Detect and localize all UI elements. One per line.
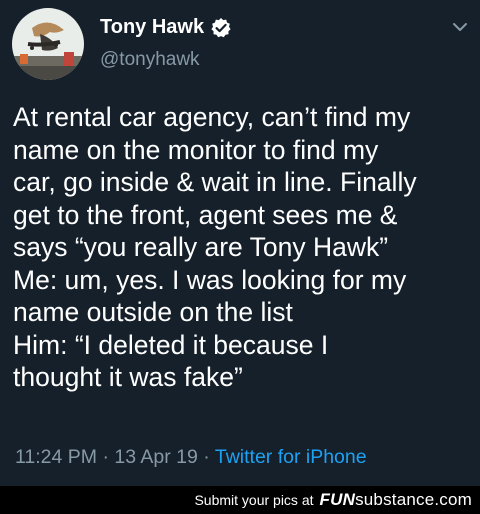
tweet-date[interactable]: 13 Apr 19 [114,446,197,468]
logo-fun-text: FUN [319,490,356,509]
footer-caption: Submit your pics at [194,492,314,508]
logo-domain-text: .com [434,490,472,509]
chevron-down-icon[interactable] [451,20,469,34]
tweet-body-text: At rental car agency, can’t find my name… [13,102,417,392]
meta-separator: · [203,446,210,468]
verified-badge-icon [210,17,232,39]
profile-avatar[interactable] [12,8,84,80]
author-name-row: Tony Hawk [100,16,232,39]
tweet-time[interactable]: 11:24 PM [15,446,97,468]
watermark-footer: Submit your pics at FUNsubstance.com [0,486,480,514]
skateboarder-avatar-image [12,8,84,80]
author-handle[interactable]: @tonyhawk [100,49,200,71]
tweet-card: Tony Hawk @tonyhawk At rental car agency… [0,0,480,486]
tweet-metadata: 11:24 PM · 13 Apr 19 · Twitter for iPhon… [15,446,367,469]
tweet-source-link[interactable]: Twitter for iPhone [215,446,367,468]
funsubstance-logo[interactable]: FUNsubstance.com [320,490,472,510]
display-name[interactable]: Tony Hawk [100,16,204,39]
logo-substance-text: substance [355,490,435,509]
meta-separator: · [102,446,109,468]
